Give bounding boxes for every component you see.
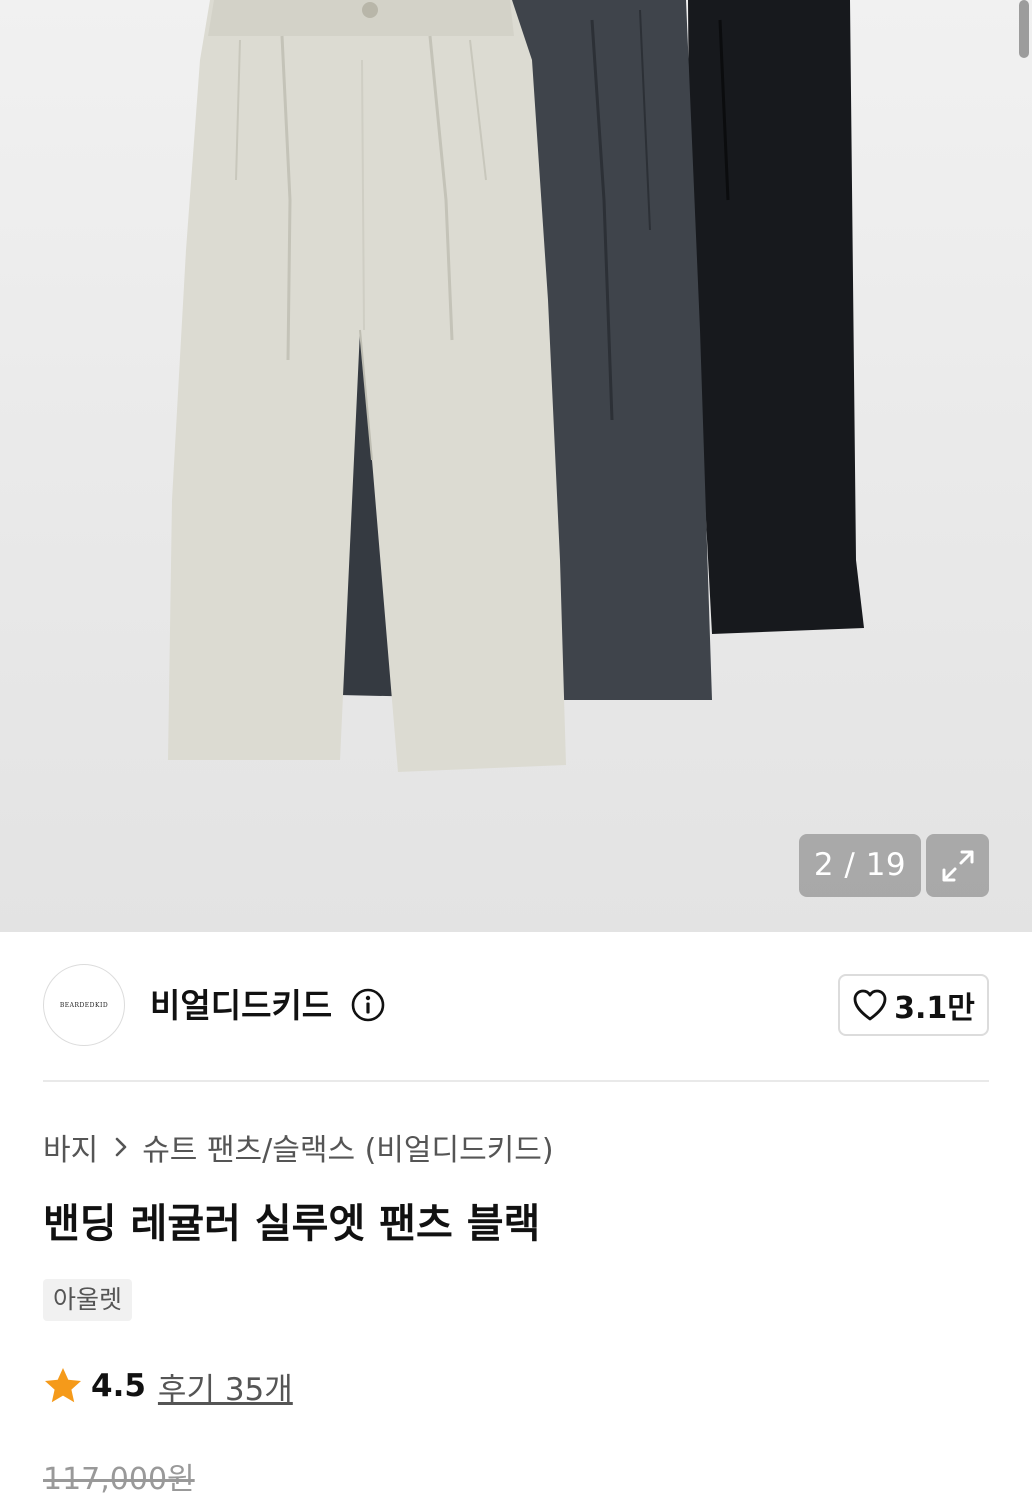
breadcrumb: 바지 슈트 팬츠/슬랙스 (비얼디드키드) — [43, 1126, 554, 1168]
product-image-gallery[interactable]: 2 / 19 — [0, 0, 1032, 932]
original-price: 117,000원 — [43, 1462, 195, 1497]
breadcrumb-subcategory[interactable]: 슈트 팬츠/슬랙스 (비얼디드키드) — [142, 1125, 553, 1169]
chevron-right-icon — [114, 1136, 128, 1158]
outlet-tag: 아울렛 — [43, 1279, 133, 1321]
divider — [43, 1080, 989, 1082]
product-photo[interactable] — [0, 0, 1032, 932]
info-icon[interactable] — [350, 987, 386, 1023]
star-icon — [45, 1368, 81, 1403]
image-counter: 2 / 19 — [799, 834, 921, 897]
expand-icon — [942, 850, 973, 881]
product-title: 밴딩 레귤러 실루엣 팬츠 블랙 — [43, 1201, 541, 1247]
reviews-link[interactable]: 후기 35개 — [158, 1364, 293, 1409]
fullscreen-button[interactable] — [926, 834, 989, 897]
brand-logo-text: BEARDEDKID — [59, 1001, 109, 1009]
brand-row: BEARDEDKID 비얼디드키드 3.1만 — [43, 964, 989, 1048]
rating-row: 4.5 후기 35개 — [43, 1363, 293, 1409]
like-count: 3.1만 — [894, 991, 975, 1026]
heart-icon — [853, 989, 887, 1021]
like-button[interactable]: 3.1만 — [838, 974, 989, 1036]
pants-black — [688, 0, 864, 634]
scrollbar-thumb[interactable] — [1019, 0, 1029, 58]
rating-value: 4.5 — [91, 1368, 146, 1404]
brand-name[interactable]: 비얼디드키드 — [150, 984, 332, 1028]
breadcrumb-category[interactable]: 바지 — [43, 1125, 98, 1169]
brand-logo[interactable]: BEARDEDKID — [43, 964, 125, 1046]
